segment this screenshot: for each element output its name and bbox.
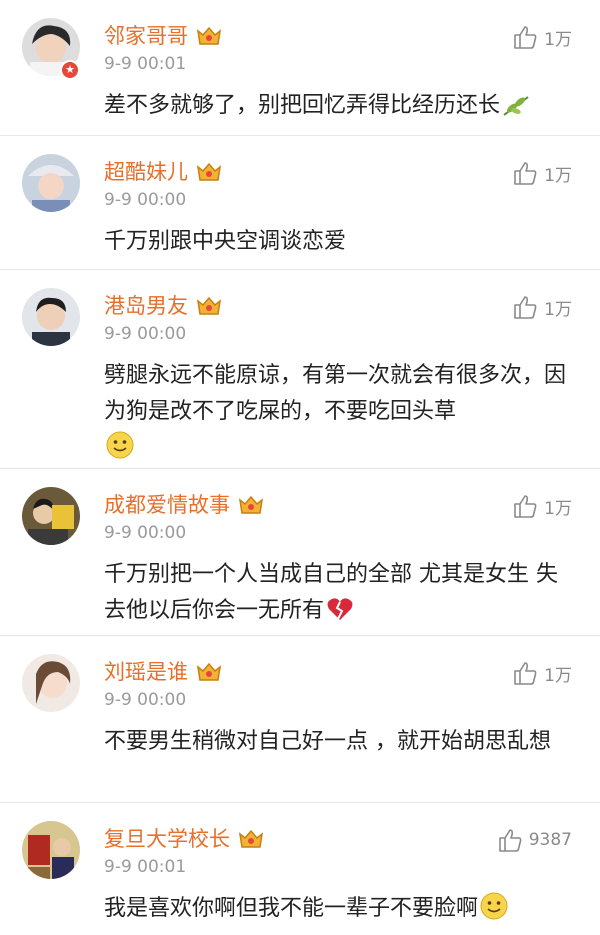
comment-item: ★ 邻家哥哥 9-9 00:01 1万 差不多就够了，别把回忆弄得比经历还长	[0, 0, 600, 136]
comment-item: 成都爱情故事 9-9 00:00 1万 千万别把一个人当成自己的全部 尤其是女生…	[0, 469, 600, 636]
like-button[interactable]: 1万	[512, 493, 572, 519]
comment-text: 我是喜欢你啊但我不能一辈子不要脸啊	[104, 891, 576, 932]
like-button[interactable]: 1万	[512, 24, 572, 50]
username[interactable]: 成都爱情故事	[104, 491, 230, 519]
vip-crown-icon	[238, 829, 264, 848]
timestamp: 9-9 00:01	[104, 857, 187, 877]
avatar[interactable]	[22, 154, 80, 212]
comment-header: 复旦大学校长	[104, 825, 264, 853]
comment-body: 差不多就够了，别把回忆弄得比经历还长	[104, 93, 501, 118]
thumbs-up-icon	[514, 662, 537, 685]
username[interactable]: 邻家哥哥	[104, 22, 188, 50]
vip-crown-icon	[196, 26, 222, 45]
timestamp: 9-9 00:00	[104, 523, 187, 543]
like-button[interactable]: 1万	[512, 160, 572, 186]
like-count: 1万	[544, 665, 572, 686]
timestamp: 9-9 00:00	[104, 690, 187, 710]
comment-text: 劈腿永远不能原谅，有第一次就会有很多次，因为狗是改不了吃屎的，不要吃回头草	[104, 358, 576, 471]
like-count: 1万	[544, 299, 572, 320]
comment-body: 劈腿永远不能原谅，有第一次就会有很多次，因为狗是改不了吃屎的，不要吃回头草	[104, 363, 567, 424]
username[interactable]: 复旦大学校长	[104, 825, 230, 853]
avatar[interactable]	[22, 288, 80, 346]
timestamp: 9-9 00:01	[104, 54, 187, 74]
username[interactable]: 港岛男友	[104, 292, 188, 320]
thumbs-up-icon	[514, 162, 537, 185]
timestamp: 9-9 00:00	[104, 190, 187, 210]
comment-text: 千万别跟中央空调谈恋爱	[104, 224, 576, 260]
comment-item: 港岛男友 9-9 00:00 1万 劈腿永远不能原谅，有第一次就会有很多次，因为…	[0, 270, 600, 469]
vip-crown-icon	[196, 162, 222, 181]
timestamp: 9-9 00:00	[104, 324, 187, 344]
comment-header: 港岛男友	[104, 292, 222, 320]
comment-body: 千万别跟中央空调谈恋爱	[104, 229, 347, 254]
like-button[interactable]: 1万	[512, 660, 572, 686]
like-count: 9387	[528, 830, 572, 850]
vip-crown-icon	[196, 662, 222, 681]
smile-icon	[480, 892, 508, 932]
broken-heart-icon	[326, 596, 354, 634]
comment-text: 千万别把一个人当成自己的全部 尤其是女生 失去他以后你会一无所有	[104, 557, 576, 634]
avatar[interactable]	[22, 654, 80, 712]
like-count: 1万	[544, 29, 572, 50]
comment-text: 不要男生稍微对自己好一点 ，就开始胡思乱想	[104, 724, 576, 760]
smile-icon	[106, 431, 134, 471]
thumbs-up-icon	[498, 829, 522, 852]
comment-header: 成都爱情故事	[104, 491, 264, 519]
comment-item: 复旦大学校长 9-9 00:01 9387 我是喜欢你啊但我不能一辈子不要脸啊	[0, 803, 600, 935]
username[interactable]: 超酷妹儿	[104, 158, 188, 186]
avatar[interactable]	[22, 487, 80, 545]
comment-item: 刘瑶是谁 9-9 00:00 1万 不要男生稍微对自己好一点 ，就开始胡思乱想	[0, 636, 600, 803]
avatar[interactable]	[22, 821, 80, 879]
username[interactable]: 刘瑶是谁	[104, 658, 188, 686]
verified-badge-icon: ★	[60, 60, 80, 80]
like-count: 1万	[544, 165, 572, 186]
comment-body: 不要男生稍微对自己好一点 ，就开始胡思乱想	[104, 729, 551, 754]
comment-body: 我是喜欢你啊但我不能一辈子不要脸啊	[104, 896, 479, 921]
like-button[interactable]: 1万	[512, 294, 572, 320]
comment-header: 邻家哥哥	[104, 22, 222, 50]
thumbs-up-icon	[514, 495, 537, 518]
thumbs-up-icon	[514, 26, 537, 49]
like-count: 1万	[544, 498, 572, 519]
comment-text: 差不多就够了，别把回忆弄得比经历还长	[104, 88, 576, 129]
vip-crown-icon	[196, 296, 222, 315]
leaf-icon	[502, 93, 530, 129]
thumbs-up-icon	[514, 296, 537, 319]
vip-crown-icon	[238, 495, 264, 514]
like-button[interactable]: 9387	[497, 827, 572, 853]
comment-feed: ★ 邻家哥哥 9-9 00:01 1万 差不多就够了，别把回忆弄得比经历还长 超…	[0, 0, 600, 935]
comment-item: 超酷妹儿 9-9 00:00 1万 千万别跟中央空调谈恋爱	[0, 136, 600, 270]
comment-header: 刘瑶是谁	[104, 658, 222, 686]
comment-header: 超酷妹儿	[104, 158, 222, 186]
